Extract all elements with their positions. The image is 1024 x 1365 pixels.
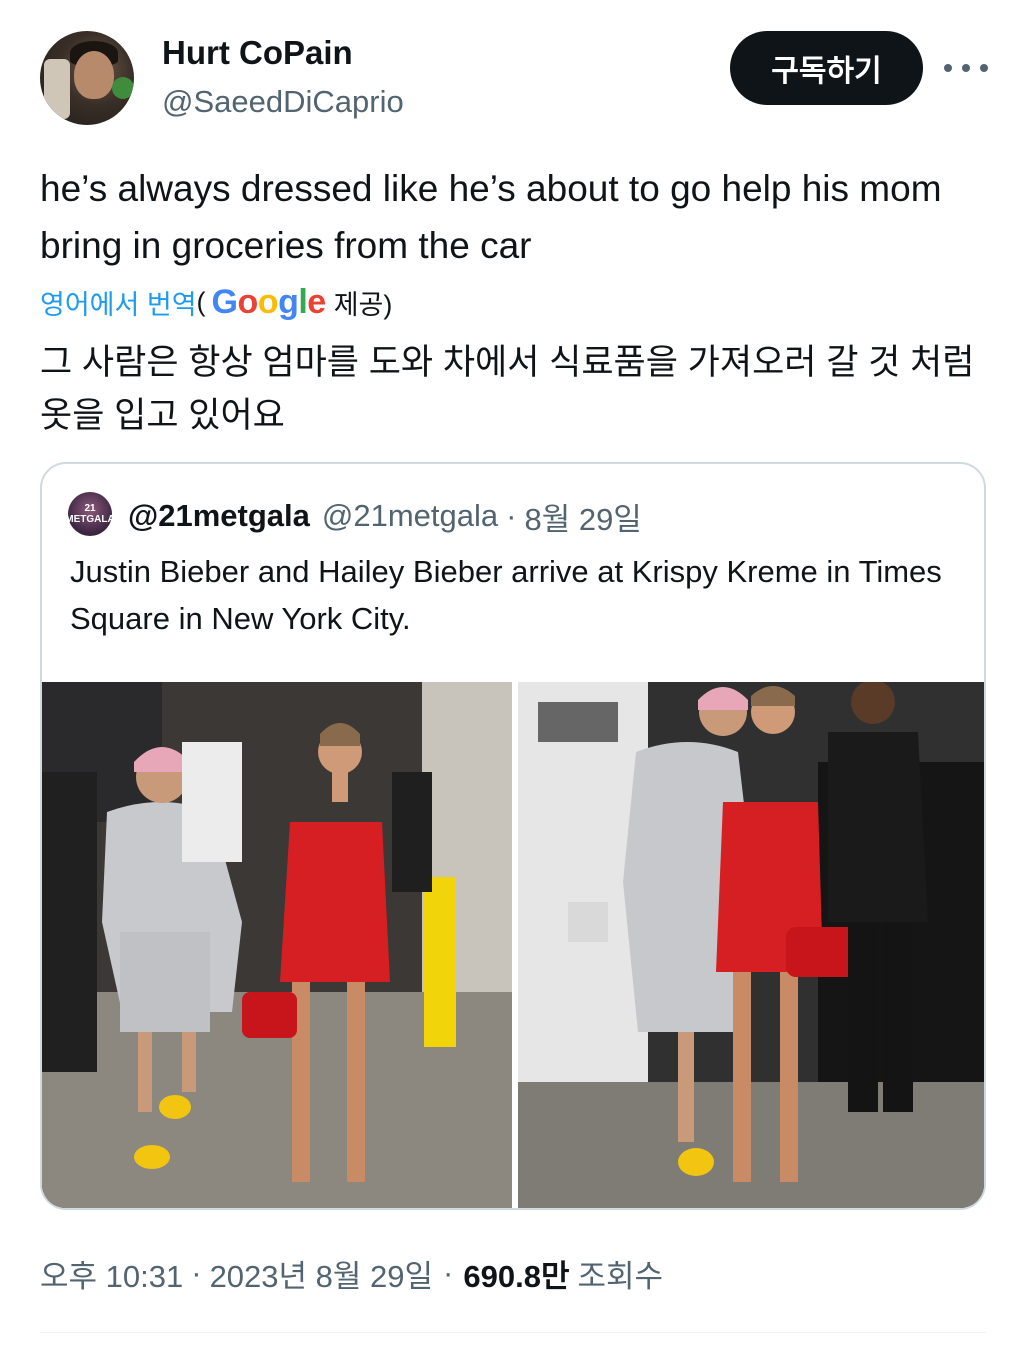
tweet-text: he’s always dressed like he’s about to g… xyxy=(40,168,942,266)
avatar-background xyxy=(44,59,70,119)
more-options-icon[interactable] xyxy=(944,53,988,83)
subscribe-button[interactable]: 구독하기 xyxy=(730,31,923,105)
quote-date[interactable]: 8월 29일 xyxy=(524,494,641,539)
quote-tweet-card[interactable]: 21 METGALA @21metgala @21metgala · 8월 29… xyxy=(40,462,986,1210)
quote-display-name[interactable]: @21metgala xyxy=(128,498,310,534)
tweet-page: Hurt CoPain @SaeedDiCaprio 구독하기 he’s alw… xyxy=(0,0,1024,1365)
tweet-date[interactable]: 2023년 8월 29일 xyxy=(210,1251,433,1296)
more-dot xyxy=(944,64,952,72)
author-handle[interactable]: @SaeedDiCaprio xyxy=(162,84,404,120)
meta-separator: · xyxy=(191,1255,202,1290)
avatar-accent xyxy=(112,77,134,99)
tweet-time[interactable]: 오후 10:31 xyxy=(40,1251,183,1296)
views-count: 690.8만 xyxy=(463,1258,570,1294)
meta-separator: · xyxy=(443,1255,454,1290)
translated-text: 그 사람은 항상 엄마를 도와 차에서 식료품을 가져오러 갈 것 처럼 옷을 … xyxy=(40,343,975,435)
google-logo: Google xyxy=(211,282,327,321)
quote-author-avatar[interactable]: 21 METGALA xyxy=(65,492,115,536)
quote-separator: · xyxy=(506,498,517,533)
more-dot xyxy=(980,64,988,72)
more-dot xyxy=(962,64,970,72)
quote-header: @21metgala @21metgala · 8월 29일 xyxy=(128,494,642,539)
views-label: 조회수 xyxy=(577,1258,664,1294)
translate-paren-open: ( xyxy=(196,286,206,317)
translate-provider-suffix: 제공) xyxy=(333,289,393,320)
quote-photo-right[interactable] xyxy=(518,682,984,1208)
translation-attribution: 영어에서 번역 ( Google 제공) xyxy=(40,280,392,324)
quote-text: Justin Bieber and Hailey Bieber arrive a… xyxy=(70,554,942,636)
avatar-face xyxy=(74,51,114,99)
photo-right-illustration xyxy=(518,682,984,1208)
quote-handle[interactable]: @21metgala xyxy=(322,498,498,534)
photo-left-illustration xyxy=(42,682,512,1208)
bottom-divider xyxy=(40,1332,986,1333)
author-display-name[interactable]: Hurt CoPain xyxy=(162,34,353,72)
quote-photo-left[interactable] xyxy=(42,682,512,1208)
translate-link[interactable]: 영어에서 번역 xyxy=(40,283,197,322)
author-avatar[interactable] xyxy=(40,31,134,125)
tweet-meta: 오후 10:31 · 2023년 8월 29일 · 690.8만 조회수 xyxy=(40,1250,663,1296)
